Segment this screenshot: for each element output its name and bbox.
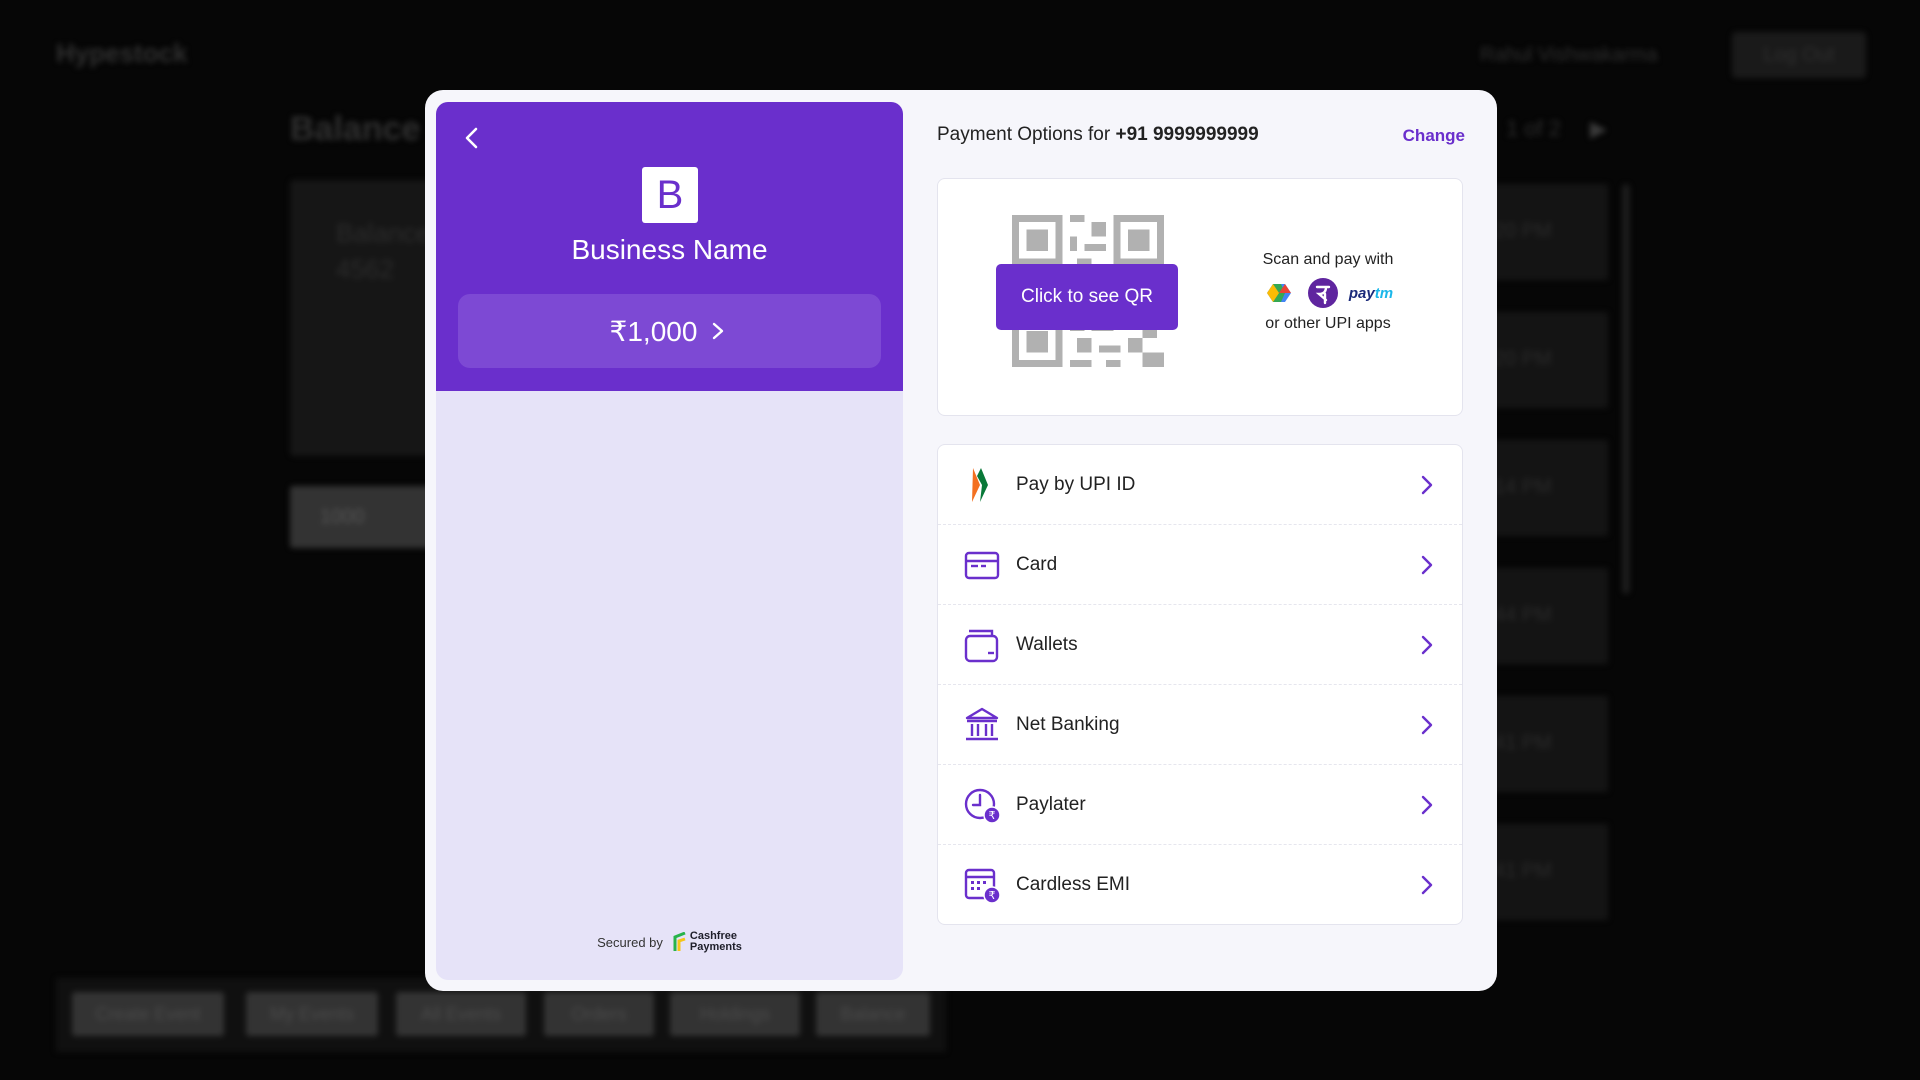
amount-button[interactable]: ₹1,000 bbox=[458, 294, 881, 368]
option-label: Wallets bbox=[1016, 633, 1078, 655]
chevron-right-icon bbox=[1421, 795, 1433, 815]
bg-card-title: Balance bbox=[336, 218, 430, 248]
bg-table-row: 44 PM bbox=[1490, 568, 1608, 664]
bg-user-name: Rahul Vishwakarma bbox=[1480, 44, 1658, 66]
chevron-right-icon bbox=[1421, 635, 1433, 655]
chevron-right-icon bbox=[1421, 555, 1433, 575]
bg-nav-all-events: All Events bbox=[396, 992, 526, 1036]
option-label: Cardless EMI bbox=[1016, 873, 1131, 895]
chevron-right-icon bbox=[1421, 715, 1433, 735]
option-net-banking[interactable]: Net Banking bbox=[938, 685, 1462, 765]
show-qr-button[interactable]: Click to see QR bbox=[996, 264, 1178, 330]
bg-scrollbar bbox=[1622, 184, 1630, 594]
bg-nav-orders: Orders bbox=[544, 992, 654, 1036]
bg-nav-my-events: My Events bbox=[246, 992, 378, 1036]
merchant-name: Business Name bbox=[571, 234, 768, 265]
bg-row-time: 14 PM bbox=[1494, 476, 1552, 498]
bg-nav-create-event: Create Event bbox=[72, 992, 224, 1036]
bg-table-row: 14 PM bbox=[1490, 440, 1608, 536]
google-pay-icon bbox=[1266, 284, 1291, 302]
chevron-right-icon bbox=[1421, 875, 1433, 895]
chevron-left-icon bbox=[465, 127, 478, 149]
change-phone-link[interactable]: Change bbox=[1403, 126, 1465, 146]
cashfree-line2: Payments bbox=[689, 941, 742, 953]
option-wallets[interactable]: Wallets bbox=[938, 605, 1462, 685]
bg-pager: 1 of 2 bbox=[1506, 116, 1562, 141]
bg-row-time: 41 PM bbox=[1494, 732, 1552, 754]
option-upi-id[interactable]: Pay by UPI ID bbox=[938, 445, 1462, 525]
bg-table-row: 20 PM bbox=[1490, 312, 1608, 408]
bg-row-time: 44 PM bbox=[1494, 604, 1552, 626]
bg-page-title: Balance bbox=[290, 110, 421, 148]
back-button[interactable] bbox=[456, 122, 488, 154]
phone-number: +91 9999999999 bbox=[1115, 124, 1259, 145]
bg-table-row: 41 PM bbox=[1490, 824, 1608, 920]
payment-options-title: Payment Options for +91 9999999999 bbox=[937, 124, 1259, 146]
bg-nav-holdings: Holdings bbox=[670, 992, 800, 1036]
payment-modal: B Business Name ₹1,000 Secured by Cashfr… bbox=[425, 90, 1497, 991]
svg-text:₹: ₹ bbox=[989, 809, 996, 822]
bg-brand-logo: Hypestock bbox=[56, 38, 188, 68]
option-card[interactable]: Card bbox=[938, 525, 1462, 605]
bg-table-row: 41 PM bbox=[1490, 696, 1608, 792]
other-upi-text: or other UPI apps bbox=[1265, 315, 1391, 332]
chevron-right-icon bbox=[713, 322, 724, 340]
cashfree-logo: Cashfree Payments bbox=[673, 931, 742, 953]
qr-card: Click to see QR Scan and pay with paytm bbox=[937, 178, 1463, 416]
chevron-right-icon bbox=[1421, 475, 1433, 495]
phonepe-icon bbox=[1307, 278, 1338, 308]
payment-options-prefix: Payment Options for bbox=[937, 124, 1111, 145]
merchant-header: B Business Name ₹1,000 bbox=[436, 102, 903, 391]
amount-value: ₹1,000 bbox=[609, 315, 698, 347]
upi-scan-info: Scan and pay with paytm or other UPI app… bbox=[1228, 251, 1428, 333]
payment-methods-list: Pay by UPI ID Card Wallets Net Banking ₹… bbox=[937, 444, 1463, 925]
option-paylater[interactable]: ₹ Paylater bbox=[938, 765, 1462, 845]
card-icon bbox=[964, 551, 1000, 580]
emi-icon: ₹ bbox=[964, 868, 1000, 904]
merchant-logo: B bbox=[642, 167, 698, 223]
option-label: Pay by UPI ID bbox=[1016, 473, 1136, 495]
bg-table-row: 20 PM bbox=[1490, 184, 1608, 280]
secured-by: Secured by Cashfree Payments bbox=[436, 931, 903, 953]
bg-logout-button: Log Out bbox=[1732, 32, 1866, 78]
payment-options-panel: Payment Options for +91 9999999999 Chang… bbox=[937, 90, 1465, 991]
bg-row-time: 20 PM bbox=[1494, 348, 1552, 370]
paytm-icon: paytm bbox=[1348, 284, 1394, 302]
option-cardless-emi[interactable]: ₹ Cardless EMI bbox=[938, 845, 1462, 924]
option-label: Paylater bbox=[1016, 793, 1086, 815]
bg-card-value: 4562 bbox=[336, 254, 394, 284]
bg-nav-balance: Balance bbox=[816, 992, 930, 1036]
bg-row-time: 20 PM bbox=[1494, 220, 1552, 242]
bg-pager-next-icon: ▶ bbox=[1590, 116, 1607, 141]
paylater-icon: ₹ bbox=[964, 788, 1000, 824]
option-label: Card bbox=[1016, 553, 1058, 575]
cashfree-mark-icon bbox=[673, 932, 686, 951]
bg-row-time: 41 PM bbox=[1494, 860, 1552, 882]
wallet-icon bbox=[964, 629, 999, 663]
bank-icon bbox=[965, 707, 999, 741]
scan-text: Scan and pay with bbox=[1262, 251, 1394, 268]
merchant-panel: B Business Name ₹1,000 Secured by Cashfr… bbox=[436, 102, 903, 980]
option-label: Net Banking bbox=[1016, 713, 1120, 735]
svg-text:₹: ₹ bbox=[989, 889, 996, 902]
upi-app-icons: paytm bbox=[1228, 277, 1428, 309]
secured-by-label: Secured by bbox=[597, 934, 663, 950]
upi-icon bbox=[972, 468, 988, 502]
